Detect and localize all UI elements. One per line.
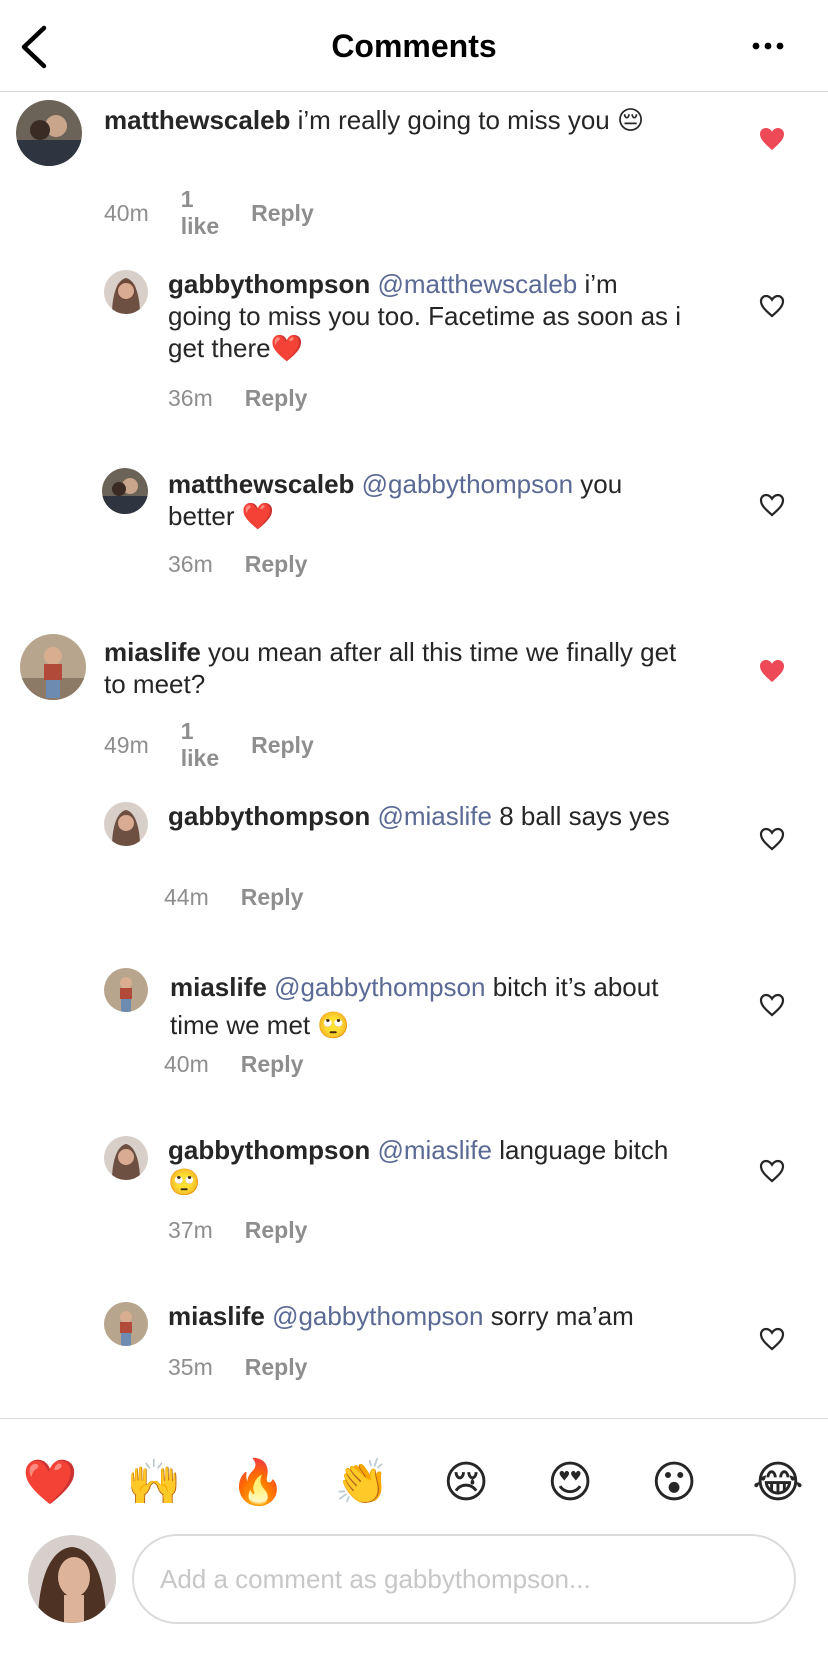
comment-emoji: 🙄 [317,1010,350,1040]
emoji-row: ❤️ 🙌 🔥 👏 😢 😍 😮 😂 [22,1455,806,1511]
reply-button[interactable]: Reply [251,200,314,227]
current-user-avatar [28,1535,116,1623]
comment-time: 40m [164,1051,209,1077]
heart-outline-icon[interactable] [758,1158,786,1184]
heart-outline-icon[interactable] [758,293,786,319]
avatar[interactable] [16,100,82,166]
comment-input[interactable] [132,1534,796,1624]
reply-button[interactable]: Reply [245,1354,308,1381]
comment-body: i’m really going to miss you [290,105,610,135]
comment-emoji: ❤️ [270,333,304,363]
avatar[interactable] [104,1302,148,1346]
emoji-crying-button[interactable]: 😢 [438,1455,494,1511]
header-bar: Comments [0,0,828,92]
comment-likes[interactable]: 1 like [181,718,219,772]
comment-body: 8 ball says yes [491,801,670,831]
comment-username[interactable]: miaslife [104,637,201,667]
emoji-surprised-button[interactable]: 😮 [646,1455,702,1511]
comment-meta: 49m 1 like Reply [104,718,314,772]
comment-text: matthewscaleb @gabbythompson you better … [168,468,688,532]
comment-time: 40m [104,199,149,226]
comment-meta: 37m Reply [168,1217,307,1244]
page-title: Comments [331,28,497,64]
comment-text: miaslife you mean after all this time we… [104,636,694,700]
comment-mention[interactable]: @gabbythompson [362,469,573,499]
reply-button[interactable]: Reply [251,732,314,759]
comment-emoji: 😔 [616,105,645,135]
comment-username[interactable]: gabbythompson [168,269,370,299]
comment-text: gabbythompson @miaslife 8 ball says yes [168,800,688,832]
emoji-laughing-button[interactable]: 😂 [750,1455,806,1511]
heart-filled-icon[interactable] [758,126,786,152]
comment-time: 44m [164,884,209,910]
comment-emoji: ❤️ [241,501,275,531]
comment-text: matthewscaleb i’m really going to miss y… [104,104,694,136]
emoji-heart-eyes-button[interactable]: 😍 [542,1455,598,1511]
comment-meta: 40m 1 like Reply [104,186,314,240]
heart-filled-icon[interactable] [758,658,786,684]
comment-text: miaslife @gabbythompson sorry ma’am [168,1300,728,1332]
reply-button[interactable]: Reply [245,385,308,412]
avatar[interactable] [20,634,86,700]
emoji-heart-button[interactable]: ❤️ [22,1455,78,1511]
comment-time: 37m [168,1217,213,1243]
comment-time: 35m [168,1354,213,1380]
emoji-clap-button[interactable]: 👏 [334,1455,390,1511]
avatar[interactable] [102,468,148,514]
comment-username[interactable]: miaslife [170,972,267,1002]
comment-username[interactable]: matthewscaleb [104,105,290,135]
comment-meta: 36m Reply [168,551,307,578]
comment-username[interactable]: matthewscaleb [168,469,354,499]
comment-meta: 40m Reply [164,1051,303,1078]
comment-username[interactable]: miaslife [168,1301,265,1331]
comment-meta: 36m Reply [168,385,307,412]
reply-button[interactable]: Reply [245,551,308,578]
avatar[interactable] [104,270,148,314]
comment-meta: 44m Reply [164,884,303,911]
reply-button[interactable]: Reply [241,1051,304,1078]
comment-meta: 35m Reply [168,1354,307,1381]
comment-time: 36m [168,385,213,411]
comment-time: 36m [168,551,213,577]
avatar[interactable] [104,968,148,1012]
comment-text: gabbythompson @matthewscaleb i’m going t… [168,268,688,364]
comment-body: sorry ma’am [483,1301,634,1331]
heart-outline-icon[interactable] [758,1326,786,1352]
avatar[interactable] [104,802,148,846]
emoji-fire-button[interactable]: 🔥 [230,1455,286,1511]
comment-username[interactable]: gabbythompson [168,1135,370,1165]
heart-outline-icon[interactable] [758,992,786,1018]
comment-time: 49m [104,731,149,758]
more-horizontal-icon[interactable] [752,36,784,56]
comment-mention[interactable]: @matthewscaleb [377,269,577,299]
comment-mention[interactable]: @gabbythompson [272,1301,483,1331]
comment-emoji: 🙄 [168,1167,201,1197]
emoji-raised-hands-button[interactable]: 🙌 [126,1455,182,1511]
comment-text: gabbythompson @miaslife language bitch 🙄 [168,1134,688,1198]
avatar[interactable] [104,1136,148,1180]
comment-username[interactable]: gabbythompson [168,801,370,831]
heart-outline-icon[interactable] [758,826,786,852]
reply-button[interactable]: Reply [241,884,304,911]
comment-mention[interactable]: @miaslife [377,1135,492,1165]
heart-outline-icon[interactable] [758,492,786,518]
comment-mention[interactable]: @miaslife [377,801,492,831]
comment-body: language bitch [491,1135,669,1165]
reply-button[interactable]: Reply [245,1217,308,1244]
comment-likes[interactable]: 1 like [181,186,219,240]
comment-text: miaslife @gabbythompson bitch it’s about… [170,968,690,1044]
comment-mention[interactable]: @gabbythompson [274,972,485,1002]
